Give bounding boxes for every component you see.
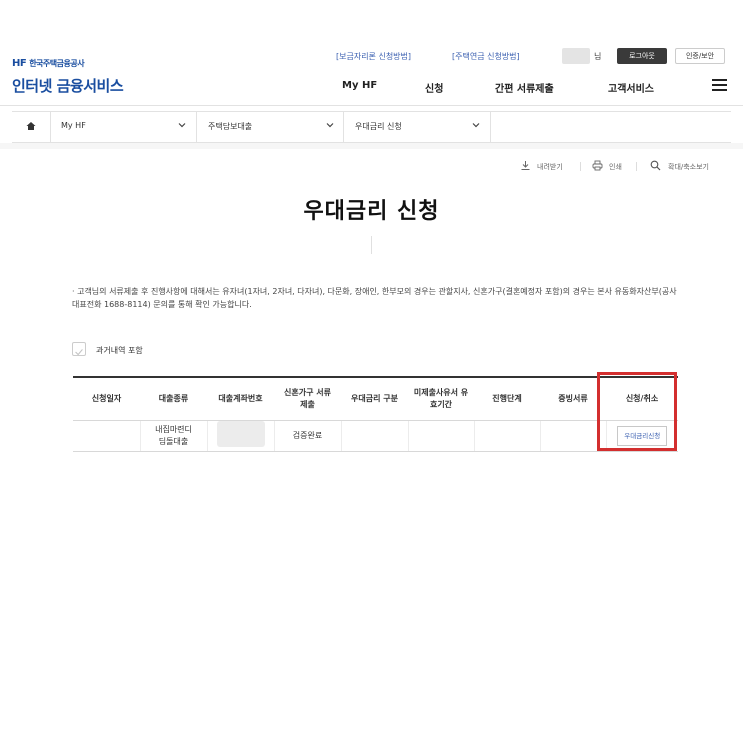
title-divider: [371, 236, 372, 254]
logo[interactable]: HF 한국주택금융공사: [12, 58, 85, 69]
search-icon[interactable]: [650, 160, 661, 171]
logo-mark: HF: [12, 58, 27, 69]
breadcrumb-item-preferential-rate[interactable]: 우대금리 신청: [355, 121, 402, 132]
print-icon[interactable]: [592, 160, 603, 171]
print-link[interactable]: 인쇄: [609, 162, 622, 172]
highlight-box: [597, 372, 677, 451]
col-header-rate-type: 우대금리 구분: [341, 376, 408, 421]
breadcrumb-divider: [196, 111, 197, 143]
col-header-stage: 진행단계: [474, 376, 540, 421]
download-link[interactable]: 내려받기: [537, 162, 563, 172]
download-icon[interactable]: [520, 160, 531, 171]
chevron-down-icon[interactable]: [326, 121, 334, 129]
col-header-newlywed-docs: 신혼가구 서류제출: [274, 376, 341, 421]
col-header-loan-type: 대출종류: [140, 376, 207, 421]
breadcrumb-divider: [343, 111, 344, 143]
gnb-simple-submit[interactable]: 간편 서류제출: [495, 80, 554, 95]
utility-divider: [580, 162, 581, 171]
chevron-down-icon[interactable]: [472, 121, 480, 129]
cell-account-no: [207, 420, 275, 452]
cert-security-button[interactable]: 인증/보안: [675, 48, 725, 64]
zoom-link[interactable]: 확대/축소보기: [668, 162, 709, 172]
cell-apply-date: [73, 420, 141, 452]
home-icon[interactable]: [26, 121, 36, 131]
check-icon: [75, 349, 83, 356]
header-divider: [0, 105, 743, 106]
gnb-my-hf[interactable]: My HF: [342, 80, 377, 91]
chevron-down-icon[interactable]: [178, 121, 186, 129]
col-header-reason-validity: 미제출사유서 유효기간: [408, 376, 474, 421]
breadcrumb-item-my-hf[interactable]: My HF: [61, 121, 86, 130]
col-header-apply-date: 신청일자: [73, 376, 140, 421]
cell-loan-type: 내집마련디딤돌대출: [140, 420, 208, 452]
breadcrumb-divider: [50, 111, 51, 143]
breadcrumb-divider: [490, 111, 491, 143]
utility-divider: [636, 162, 637, 171]
section-band: [0, 143, 743, 149]
table-row: 내집마련디딤돌대출 검증완료 우대금리신청: [73, 420, 678, 452]
logout-button[interactable]: 로그아웃: [617, 48, 667, 64]
page-title: 우대금리 신청: [303, 199, 440, 224]
gnb-apply[interactable]: 신청: [425, 80, 443, 95]
menu-icon[interactable]: [712, 79, 727, 91]
cell-rate-type: [341, 420, 409, 452]
include-history-checkbox[interactable]: [72, 342, 86, 356]
cell-reason-validity: [408, 420, 475, 452]
masked-username: [562, 48, 590, 64]
masked-account-number: [216, 420, 265, 447]
breadcrumb-item-mortgage[interactable]: 주택담보대출: [208, 121, 252, 132]
cell-newlywed-docs: 검증완료: [274, 420, 342, 452]
notice-text: · 고객님의 서류제출 후 진행사항에 대해서는 유자녀(1자녀, 2자녀, 다…: [72, 287, 677, 309]
gnb-customer-service[interactable]: 고객서비스: [608, 80, 654, 95]
col-header-account-no: 대출계좌번호: [207, 376, 274, 421]
top-link-bogeumjari[interactable]: [보금자리론 신청방법]: [336, 51, 411, 62]
service-title[interactable]: 인터넷 금융서비스: [12, 75, 124, 96]
cell-stage: [474, 420, 541, 452]
include-history-label[interactable]: 과거내역 포함: [96, 345, 143, 356]
logo-org-name: 한국주택금융공사: [29, 59, 85, 68]
top-link-pension[interactable]: [주택연금 신청방법]: [452, 51, 520, 62]
user-suffix: 님: [594, 52, 602, 61]
application-table: 신청일자 대출종류 대출계좌번호 신혼가구 서류제출 우대금리 구분 미제출사유…: [73, 376, 678, 452]
table-header-row: 신청일자 대출종류 대출계좌번호 신혼가구 서류제출 우대금리 구분 미제출사유…: [73, 376, 678, 421]
